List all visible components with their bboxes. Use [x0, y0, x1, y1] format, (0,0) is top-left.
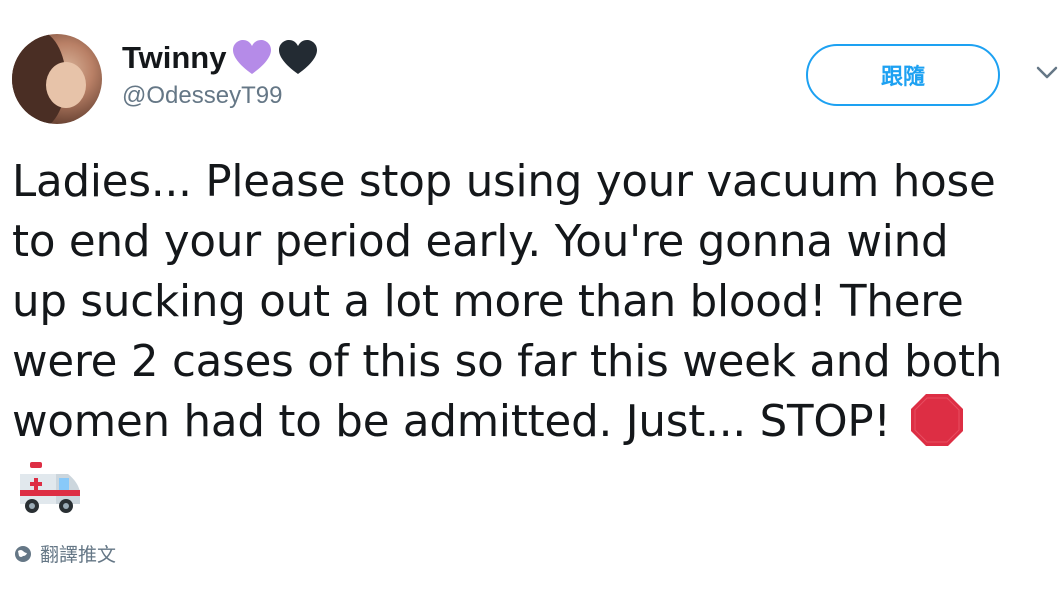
tweet-text: Ladies... Please stop using your vacuum …: [12, 152, 1058, 452]
tweet-line: to end your period early. You're gonna w…: [12, 217, 949, 267]
follow-button[interactable]: 跟隨: [806, 44, 1000, 106]
tweet-line-last: women had to be admitted. Just... STOP!: [12, 392, 1058, 452]
avatar-face: [46, 62, 86, 108]
display-name-row: Twinny: [122, 38, 318, 78]
black-heart-icon: [279, 40, 318, 74]
avatar[interactable]: [12, 34, 102, 124]
tweet-line: women had to be admitted. Just... STOP!: [12, 397, 891, 447]
stop-sign-icon: [910, 393, 963, 446]
translate-tweet-link[interactable]: 翻譯推文: [14, 540, 116, 567]
display-name[interactable]: Twinny: [122, 40, 226, 76]
purple-heart-icon: [233, 40, 272, 74]
ambulance-icon: [20, 462, 80, 513]
tweet-line: were 2 cases of this so far this week an…: [12, 337, 1003, 387]
tweet-line: Ladies... Please stop using your vacuum …: [12, 157, 996, 207]
tweet-card: Twinny @OdesseyT99 跟隨 Ladies... Please s…: [0, 0, 1060, 596]
chevron-down-icon[interactable]: [1036, 66, 1058, 80]
user-info: Twinny @OdesseyT99: [122, 38, 318, 110]
globe-icon: [15, 545, 31, 562]
tweet-line: up sucking out a lot more than blood! Th…: [12, 277, 964, 327]
translate-label[interactable]: 翻譯推文: [40, 540, 116, 567]
user-handle[interactable]: @OdesseyT99: [122, 82, 318, 110]
